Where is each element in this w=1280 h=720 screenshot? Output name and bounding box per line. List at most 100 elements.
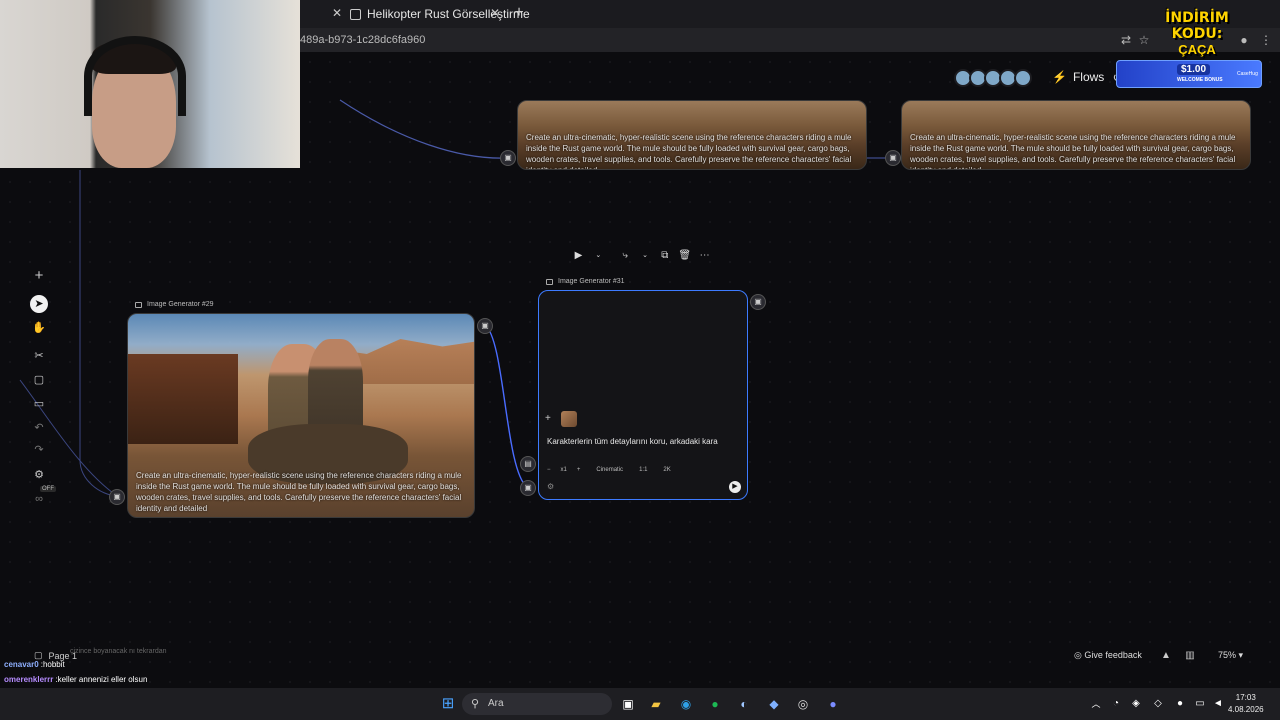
discord-icon[interactable]: ● [823, 694, 843, 714]
node-title-text: Image Generator #31 [558, 278, 625, 285]
image-port-icon[interactable]: ▣ [500, 150, 516, 166]
map-icon[interactable]: ▥ [1184, 650, 1196, 662]
prompt-input[interactable]: Karakterlerin tüm detaylarını koru, arka… [547, 437, 718, 446]
tray-icon[interactable]: ◔ [1106, 694, 1126, 714]
image-port-icon[interactable]: ▣ [109, 489, 125, 505]
add-reference-icon[interactable]: + [545, 413, 551, 424]
duplicate-icon[interactable]: ⧉ [658, 248, 671, 264]
app-icon[interactable]: ◎ [793, 694, 813, 714]
run-button[interactable]: ▶ [729, 481, 741, 493]
image-port-icon[interactable]: ▣ [885, 150, 901, 166]
taskbar-search[interactable]: ⚲ Ara [462, 693, 612, 715]
card-prompt-text: Create an ultra-cinematic, hyper-realist… [526, 133, 852, 169]
image-node-icon [546, 278, 553, 285]
run-icon[interactable]: ▶ [572, 248, 585, 264]
chat-username: cenavar0 [4, 660, 39, 669]
volume-icon[interactable]: ◄ [1208, 694, 1228, 714]
chat-text: hobbit [42, 660, 65, 669]
zoom-select[interactable]: 75% ▾ [1218, 650, 1243, 661]
more-icon[interactable]: ⋯ [698, 248, 711, 264]
image-output-card[interactable]: Create an ultra-cinematic, hyper-realist… [901, 100, 1251, 170]
comment-icon[interactable]: ▭ [30, 395, 48, 413]
chevron-down-icon: ▾ [1238, 650, 1244, 660]
scissors-icon[interactable]: ✂ [30, 347, 48, 365]
windows-start-icon[interactable]: ⊞ [438, 694, 458, 714]
avatar [1014, 69, 1032, 87]
text-input-port-icon[interactable]: ▤ [520, 456, 536, 472]
rusty-shack [128, 354, 238, 444]
chat-message: cenavar0 : hobbit [0, 657, 320, 672]
feedback-label: Give feedback [1084, 650, 1142, 660]
increment-icon[interactable]: + [577, 467, 581, 473]
tray-icon[interactable]: ◈ [1126, 694, 1146, 714]
bonus-amount: $1.00 [1177, 64, 1211, 75]
card-prompt-text: Create an ultra-cinematic, hyper-realist… [910, 133, 1236, 169]
image-generator-node-29[interactable]: Create an ultra-cinematic, hyper-realist… [127, 313, 475, 518]
headphones [84, 36, 186, 116]
bolt-icon: ⚡ [1052, 70, 1067, 84]
branch-icon[interactable]: ⤷ [619, 248, 632, 264]
tray-icon[interactable]: ◇ [1148, 694, 1168, 714]
image-output-port-icon[interactable]: ▣ [477, 318, 493, 334]
translate-icon[interactable]: ⇄ [1118, 32, 1134, 48]
add-node-icon[interactable]: + [30, 267, 48, 285]
settings-icon[interactable]: ⚙ [30, 466, 48, 484]
task-view-icon[interactable]: ▣ [618, 694, 638, 714]
count-value: x1 [560, 467, 567, 473]
flows-button[interactable]: ⚡ Flows [1052, 70, 1104, 84]
bonus-banner: $1.00 WELCOME BONUS CaseHug [1116, 60, 1262, 88]
menu-dots-icon[interactable]: ⋮ [1258, 32, 1274, 48]
note-icon[interactable]: ▢ [30, 371, 48, 389]
collaborator-avatars[interactable] [954, 69, 1032, 89]
chevron-down-icon[interactable]: ⌄ [592, 248, 605, 264]
file-explorer-icon[interactable]: ▰ [646, 694, 666, 714]
browser-tab[interactable]: Helikopter Rust Görselleştirme [350, 2, 530, 26]
chevron-up-icon[interactable]: ︿ [1086, 694, 1106, 714]
close-tab-icon[interactable]: ✕ [330, 6, 344, 20]
redo-icon[interactable]: ↷ [30, 441, 48, 459]
url-text: 489a-b973-1c28dc6fa960 [300, 34, 426, 46]
microphone-icon[interactable]: ● [1170, 694, 1190, 714]
close-tab-icon[interactable]: ✕ [488, 6, 502, 20]
select-cursor-icon[interactable]: ➤ [30, 295, 48, 313]
reference-image-thumbnail[interactable] [561, 411, 577, 427]
image-input-port-icon[interactable]: ▣ [520, 480, 536, 496]
image-output-card[interactable]: Create an ultra-cinematic, hyper-realist… [517, 100, 867, 170]
search-icon: ⚲ [471, 698, 480, 710]
edge-browser-icon[interactable]: ◉ [676, 694, 696, 714]
promo-title: İNDİRİM KODU: [1165, 10, 1229, 42]
give-feedback-button[interactable]: ◎ Give feedback [1074, 650, 1142, 661]
style-select[interactable]: Cinematic [596, 467, 623, 473]
zoom-value: 75% [1218, 650, 1237, 660]
bonus-text: WELCOME BONUS [1177, 77, 1223, 83]
decrement-icon[interactable]: − [547, 467, 551, 473]
bonus-brand: CaseHug [1237, 71, 1258, 77]
hand-pan-icon[interactable]: ✋ [30, 319, 48, 337]
node-title: Image Generator #29 [135, 301, 214, 308]
clock-date: 4.08.2026 [1228, 705, 1264, 714]
clock-time: 17:03 [1235, 693, 1256, 702]
tab-title: Helikopter Rust Görselleştirme [367, 7, 530, 21]
settings-gear-icon[interactable]: ⚙ [547, 482, 554, 491]
node-title: Image Generator #31 [546, 278, 625, 285]
app-icon[interactable]: ◆ [764, 694, 784, 714]
graduation-cap-icon[interactable]: ▲ [1160, 650, 1172, 662]
network-icon[interactable]: ▭ [1190, 694, 1210, 714]
chat-username: omerenklerrr [4, 675, 54, 684]
resolution-select[interactable]: 2K [663, 467, 670, 473]
chevron-down-icon[interactable]: ⌄ [639, 248, 652, 264]
promo-code: ÇAÇA [1178, 42, 1216, 57]
link-icon[interactable]: ∞ [30, 490, 48, 508]
undo-icon[interactable]: ↶ [30, 419, 48, 437]
trash-icon[interactable]: 🗑 [678, 248, 691, 264]
image-generator-node-31[interactable]: + Karakterlerin tüm detaylarını koru, ar… [538, 290, 748, 500]
spotify-icon[interactable]: ● [705, 694, 725, 714]
clock[interactable]: 17:03 4.08.2026 [1228, 692, 1264, 716]
new-tab-icon[interactable]: + [512, 5, 526, 21]
node-title-text: Image Generator #29 [147, 301, 214, 308]
image-output-port-icon[interactable]: ▣ [750, 294, 766, 310]
promo-overlay: İNDİRİM KODU: ÇAÇA [1142, 10, 1252, 57]
steam-icon[interactable]: ◐ [734, 694, 754, 714]
search-placeholder: Ara [488, 698, 504, 709]
ratio-select[interactable]: 1:1 [639, 467, 647, 473]
